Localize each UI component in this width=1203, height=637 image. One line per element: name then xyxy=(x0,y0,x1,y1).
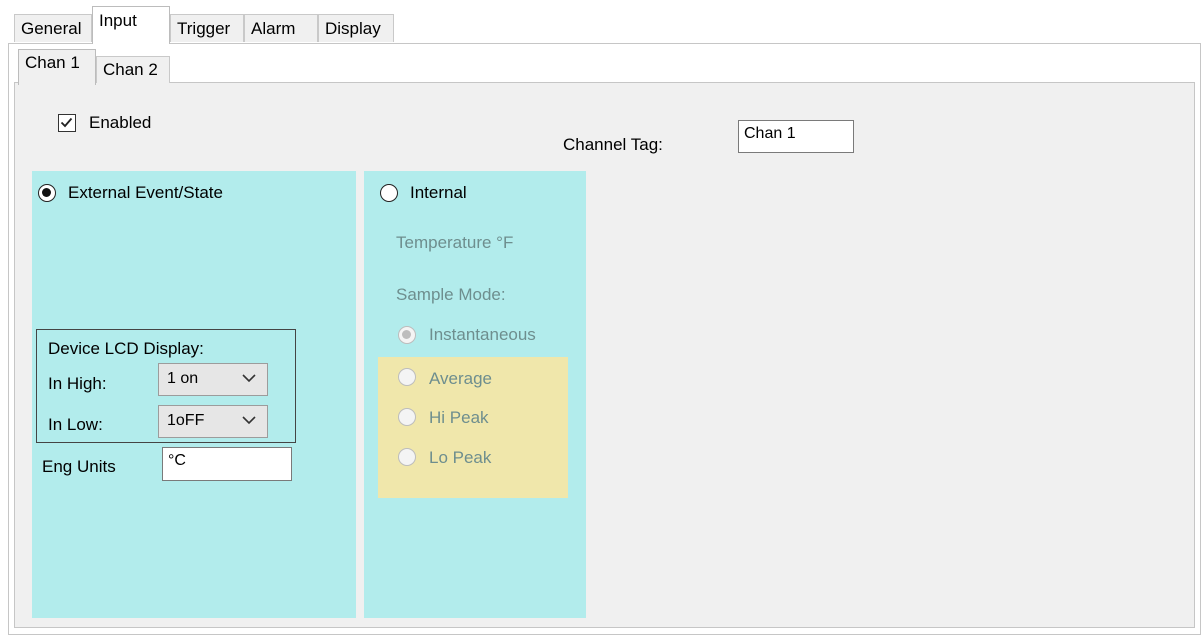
in-high-value: 1 on xyxy=(167,370,199,387)
radio-dot-icon xyxy=(42,188,51,197)
enabled-checkbox[interactable] xyxy=(58,114,76,132)
in-low-select[interactable]: 1oFF xyxy=(158,405,268,438)
lcd-display-title: Device LCD Display: xyxy=(48,339,204,358)
tab-trigger[interactable]: Trigger xyxy=(170,14,244,42)
channel-tag-label: Channel Tag: xyxy=(563,135,663,154)
average-radio[interactable] xyxy=(398,368,416,386)
in-high-label: In High: xyxy=(48,374,107,393)
channel-tag-input[interactable]: Chan 1 xyxy=(738,120,854,153)
instantaneous-label: Instantaneous xyxy=(429,325,536,344)
tab-alarm[interactable]: Alarm xyxy=(244,14,318,42)
temperature-label: Temperature °F xyxy=(396,233,514,252)
eng-units-input[interactable]: °C xyxy=(162,447,292,481)
in-high-select[interactable]: 1 on xyxy=(158,363,268,396)
external-radio[interactable] xyxy=(38,184,56,202)
in-low-label: In Low: xyxy=(48,415,103,434)
chevron-down-icon xyxy=(242,416,256,425)
internal-radio[interactable] xyxy=(380,184,398,202)
lo-peak-radio[interactable] xyxy=(398,448,416,466)
tab-general[interactable]: General xyxy=(14,14,92,42)
tab-input[interactable]: Input xyxy=(92,6,170,44)
tab-chan-1[interactable]: Chan 1 xyxy=(18,49,96,85)
average-label: Average xyxy=(429,369,493,388)
sample-mode-label: Sample Mode: xyxy=(396,285,506,304)
tab-chan-2[interactable]: Chan 2 xyxy=(96,56,170,83)
hi-peak-label: Hi Peak xyxy=(429,408,489,427)
external-label: External Event/State xyxy=(68,183,223,202)
internal-label: Internal xyxy=(410,183,467,202)
tab-display[interactable]: Display xyxy=(318,14,394,42)
chevron-down-icon xyxy=(242,374,256,383)
enabled-label: Enabled xyxy=(89,113,152,132)
instantaneous-radio[interactable] xyxy=(398,326,416,344)
lo-peak-label: Lo Peak xyxy=(429,448,492,467)
hi-peak-radio[interactable] xyxy=(398,408,416,426)
eng-units-label: Eng Units xyxy=(42,457,116,476)
radio-dot-icon xyxy=(402,330,411,339)
checkmark-icon xyxy=(60,117,73,128)
in-low-value: 1oFF xyxy=(167,412,205,429)
